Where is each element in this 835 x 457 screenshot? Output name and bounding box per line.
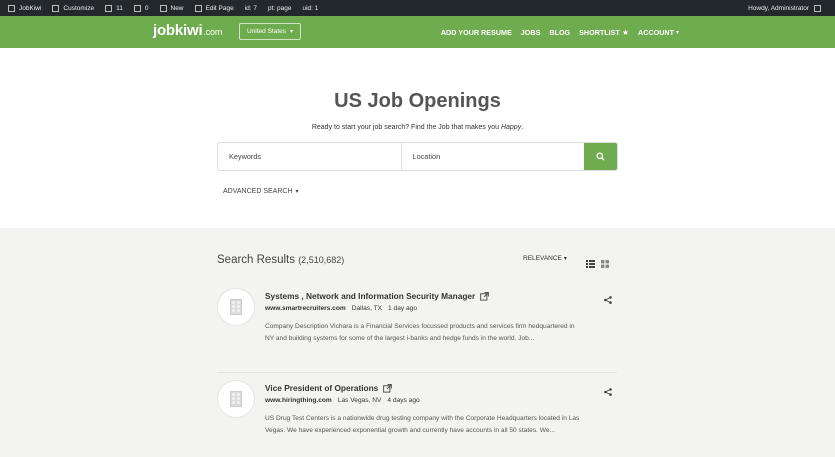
external-link-icon — [480, 291, 490, 301]
subtitle-text: Ready to start your job search? Find the… — [311, 124, 499, 131]
logo-main: jobkiwi — [153, 22, 203, 39]
wordpress-icon — [8, 4, 15, 12]
keywords-input[interactable]: Keywords — [218, 143, 402, 170]
results-title: Search Results — [217, 254, 295, 266]
admin-item-label: Customize — [63, 4, 95, 12]
divider — [217, 372, 617, 373]
admin-item-label: id: 7 — [244, 4, 257, 12]
admin-item-label: 0 — [144, 4, 149, 12]
job-title-link[interactable]: Vice President of Operations — [265, 383, 393, 393]
new-icon — [159, 4, 167, 12]
admin-item-comments[interactable]: 0 — [133, 4, 149, 12]
grid-view-icon[interactable] — [601, 255, 609, 273]
menu-label: BLOG — [549, 27, 571, 37]
hero-subtitle: Ready to start your job search? Find the… — [0, 124, 835, 131]
job-location: Las Vegas, NV — [337, 397, 382, 404]
job-title-link[interactable]: Systems , Network and Information Securi… — [265, 291, 490, 301]
advanced-label: ADVANCED SEARCH — [223, 188, 293, 195]
menu-add-resume[interactable]: ADD YOUR RESUME — [441, 28, 512, 37]
menu-label: SHORTLIST — [579, 27, 620, 37]
menu-label: ADD YOUR RESUME — [440, 27, 512, 37]
menu-shortlist[interactable]: SHORTLIST ★ — [579, 28, 629, 37]
building-icon — [230, 299, 242, 315]
sort-dropdown[interactable]: RELEVANCE ▾ — [523, 255, 567, 262]
share-icon[interactable] — [604, 291, 612, 309]
admin-item-uid: uid: 1 — [303, 5, 319, 12]
menu-jobs[interactable]: JOBS — [521, 28, 541, 37]
admin-item-new[interactable]: New — [159, 4, 184, 12]
subtitle-end: . — [521, 124, 524, 131]
comments-icon — [133, 4, 141, 12]
admin-item-label: pt: page — [268, 4, 292, 12]
sort-label: RELEVANCE — [523, 255, 562, 262]
admin-item-customize[interactable]: Customize — [52, 4, 95, 12]
results-section: Search Results (2,510,682) RELEVANCE ▾ Sy… — [0, 228, 835, 457]
keywords-placeholder: Keywords — [229, 152, 262, 161]
job-source[interactable]: www.hiringthing.com — [265, 397, 332, 404]
admin-bar: JobKiwi Customize 11 0 New Edit Page id:… — [0, 0, 835, 16]
location-placeholder: Location — [412, 152, 441, 161]
admin-item-label: Edit Page — [205, 4, 234, 12]
chevron-down-icon: ▾ — [675, 29, 679, 36]
job-meta: www.hiringthing.com Las Vegas, NV 4 days a… — [265, 397, 420, 404]
job-age: 4 days ago — [387, 397, 420, 404]
page-title: US Job Openings — [334, 90, 501, 112]
site-header: jobkiwi.com United States ▾ ADD YOUR RESU… — [0, 16, 835, 48]
star-icon: ★ — [621, 27, 630, 37]
job-age: 1 day ago — [388, 305, 418, 312]
updates-icon — [105, 4, 113, 12]
chevron-down-icon: ▾ — [295, 189, 299, 195]
admin-account[interactable]: Howdy, Administrator — [748, 0, 821, 16]
chevron-down-icon: ▾ — [563, 256, 567, 262]
subtitle-emphasis: Happy — [500, 124, 522, 131]
admin-item-label: uid: 1 — [302, 4, 319, 12]
share-icon[interactable] — [604, 383, 612, 401]
job-description: US Drug Test Centers is a nationwide dru… — [265, 415, 580, 434]
edit-icon — [194, 4, 202, 12]
search-icon — [596, 152, 605, 161]
logo-suffix: .com — [203, 27, 223, 37]
admin-item-updates[interactable]: 11 — [105, 4, 123, 12]
howdy-text: Howdy, Administrator — [748, 4, 809, 12]
customize-icon — [52, 4, 60, 12]
search-button[interactable] — [584, 143, 617, 170]
search-bar: Keywords Location — [217, 142, 618, 171]
country-selector[interactable]: United States ▾ — [239, 23, 302, 40]
country-label: United States — [247, 28, 287, 35]
menu-blog[interactable]: BLOG — [549, 28, 570, 37]
menu-label: ACCOUNT — [638, 27, 674, 37]
results-count: (2,510,682) — [298, 255, 345, 265]
job-description: Company Description Vichara is a Financi… — [265, 323, 575, 342]
admin-item-site[interactable]: JobKiwi — [8, 4, 42, 12]
results-heading: Search Results (2,510,682) — [217, 254, 344, 266]
admin-item-id: id: 7 — [245, 5, 257, 12]
chevron-down-icon: ▾ — [290, 29, 294, 35]
main-menu: ADD YOUR RESUME JOBS BLOG SHORTLIST ★ ACC… — [432, 16, 679, 48]
external-link-icon — [383, 383, 393, 393]
admin-item-pt: pt: page — [268, 5, 292, 12]
job-source[interactable]: www.smartrecruiters.com — [265, 305, 346, 312]
admin-item-label: New — [170, 4, 184, 12]
admin-bar-left: JobKiwi Customize 11 0 New Edit Page id:… — [0, 0, 329, 16]
job-location: Dallas, TX — [351, 305, 383, 312]
admin-item-label: JobKiwi — [19, 4, 42, 12]
hero-section: US Job Openings Ready to start your job … — [0, 48, 835, 228]
admin-item-label: 11 — [116, 4, 123, 12]
building-icon — [230, 391, 242, 407]
company-logo — [217, 288, 255, 326]
job-title: Systems , Network and Information Securi… — [265, 291, 476, 301]
menu-account[interactable]: ACCOUNT ▾ — [638, 28, 679, 37]
avatar-icon — [814, 4, 821, 12]
menu-label: JOBS — [520, 27, 541, 37]
location-input[interactable]: Location — [402, 143, 585, 170]
job-meta: www.smartrecruiters.com Dallas, TX 1 day a… — [265, 305, 417, 312]
company-logo — [217, 380, 255, 418]
advanced-search-toggle[interactable]: ADVANCED SEARCH ▾ — [223, 188, 299, 195]
job-title: Vice President of Operations — [265, 383, 379, 393]
admin-item-edit-page[interactable]: Edit Page — [194, 4, 234, 12]
list-view-icon[interactable] — [586, 255, 595, 273]
site-logo[interactable]: jobkiwi.com — [153, 22, 222, 39]
